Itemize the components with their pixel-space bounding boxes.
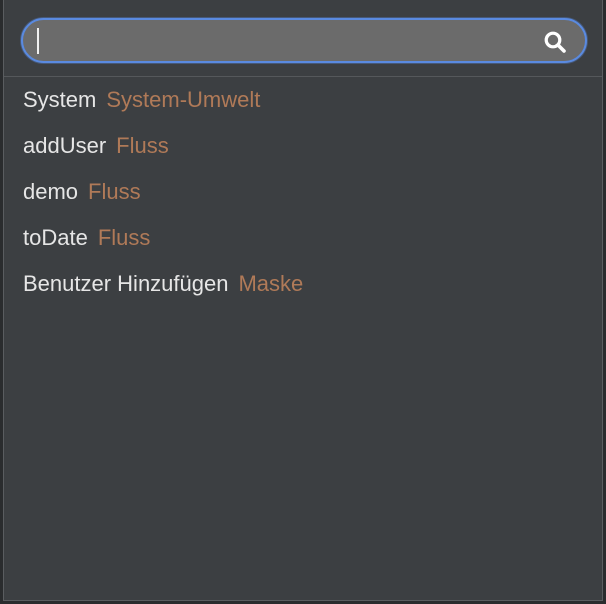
list-item[interactable]: addUser Fluss [4,123,602,169]
result-name: System [23,87,97,112]
list-item[interactable]: demo Fluss [4,169,602,215]
result-name: addUser [23,133,107,158]
result-type: Fluss [88,179,141,204]
search-popup: System System-Umwelt addUser Fluss demo Flu… [3,0,603,601]
result-type: Fluss [97,225,151,250]
list-item[interactable]: toDate Fluss [4,215,602,261]
search-input[interactable] [35,24,535,57]
result-name: Benutzer Hinzufügen [23,271,229,296]
result-name: demo [23,179,79,204]
result-name: toDate [23,225,88,250]
list-item[interactable]: Benutzer Hinzufügen Maske [4,261,602,307]
search-icon[interactable] [543,30,567,54]
list-item[interactable]: System System-Umwelt [4,77,602,123]
result-type: System-Umwelt [106,87,261,112]
results-list: System System-Umwelt addUser Fluss demo Flu… [4,77,602,307]
result-type: Maske [238,271,304,296]
result-type: Fluss [116,133,169,158]
search-bar-area [4,0,602,77]
text-cursor [37,28,39,54]
search-box[interactable] [21,18,587,63]
